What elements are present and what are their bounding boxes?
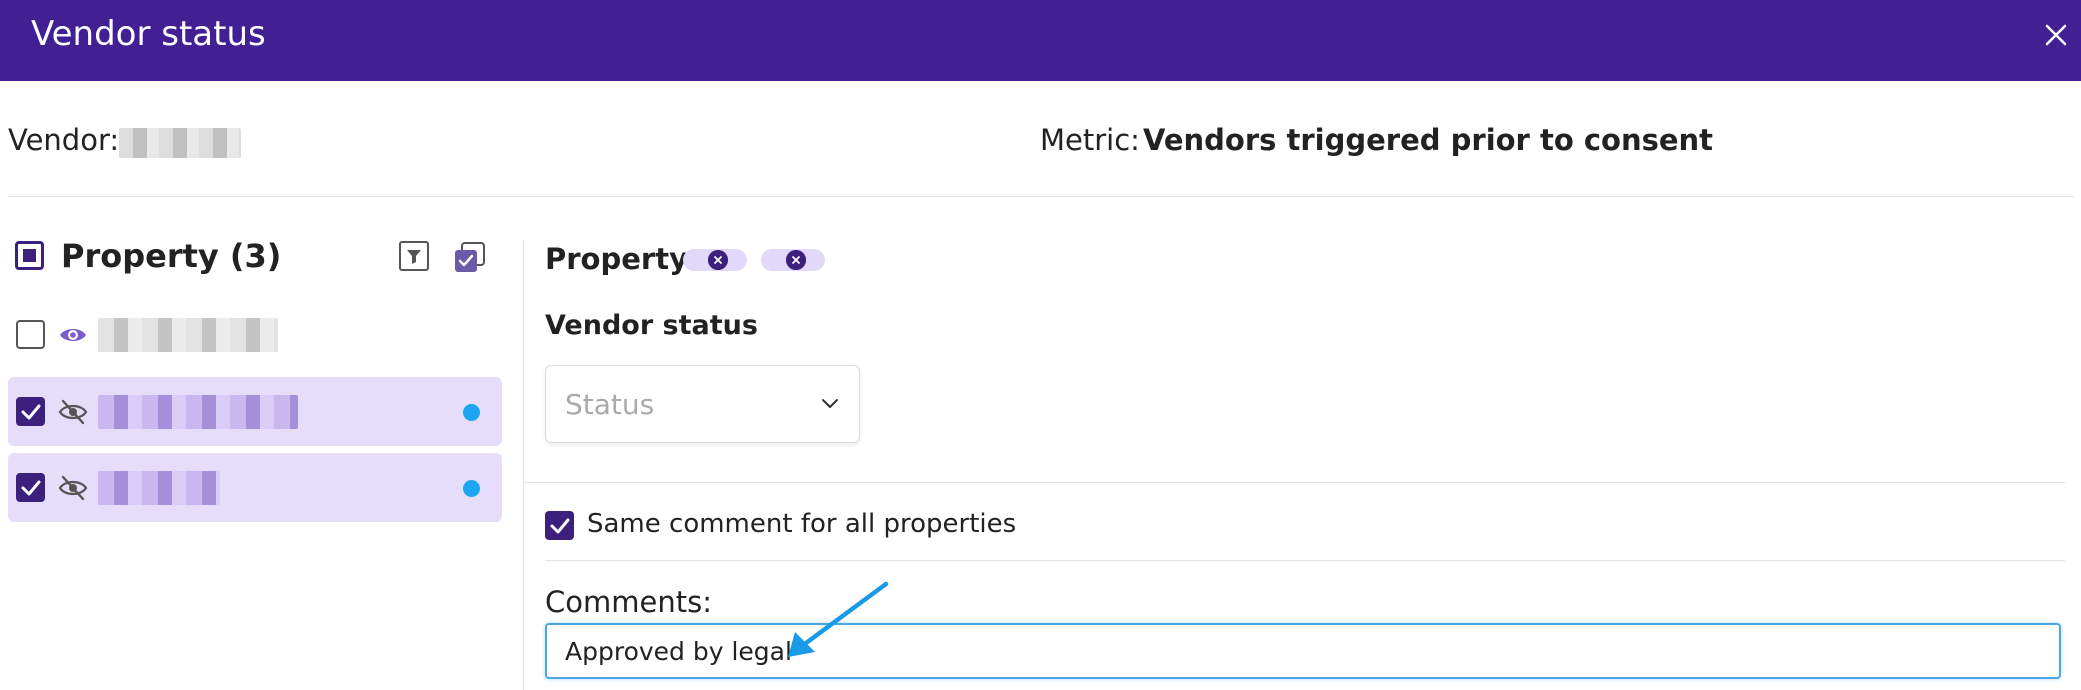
property-name-redacted <box>98 395 298 429</box>
property-row[interactable] <box>8 377 502 446</box>
property-row[interactable] <box>8 453 502 522</box>
property-name-redacted <box>98 471 220 505</box>
vendor-status-form: Property: Vendor status Status Same comm… <box>525 197 2065 690</box>
property-checkbox[interactable] <box>16 320 45 349</box>
property-checkbox[interactable] <box>16 473 45 502</box>
vendor-status-label: Vendor status <box>545 310 758 341</box>
comments-input[interactable] <box>545 623 2061 679</box>
status-dropdown[interactable]: Status <box>545 365 860 443</box>
vendor-label: Vendor: <box>8 123 120 157</box>
close-icon[interactable] <box>2041 20 2071 50</box>
property-chip[interactable] <box>683 249 747 271</box>
status-placeholder: Status <box>565 388 655 421</box>
annotation-arrow-icon <box>788 581 889 657</box>
status-dot <box>463 404 480 421</box>
filter-button[interactable] <box>399 241 429 271</box>
status-dot <box>463 480 480 497</box>
dialog-header: Vendor status <box>0 0 2081 81</box>
dialog-title: Vendor status <box>31 14 266 54</box>
remove-chip-icon[interactable] <box>786 250 806 270</box>
property-name-redacted <box>98 318 278 352</box>
remove-chip-icon[interactable] <box>708 250 728 270</box>
filter-icon <box>407 250 421 264</box>
property-chip[interactable] <box>761 249 825 271</box>
property-checkbox[interactable] <box>16 397 45 426</box>
property-list-panel: Property (3) <box>0 197 510 690</box>
divider <box>545 560 2065 561</box>
comments-label: Comments: <box>545 585 712 619</box>
metric-label: Metric: <box>1040 123 1140 157</box>
bulk-select-icon[interactable] <box>453 241 487 275</box>
metric-value: Vendors triggered prior to consent <box>1143 123 1714 157</box>
property-row[interactable] <box>8 300 502 369</box>
chevron-down-icon <box>822 399 838 408</box>
same-comment-checkbox[interactable] <box>545 511 574 540</box>
panel-divider <box>523 240 524 690</box>
divider <box>525 482 2065 483</box>
property-list-title: Property (3) <box>61 237 282 275</box>
select-all-checkbox[interactable] <box>15 241 44 270</box>
same-comment-label: Same comment for all properties <box>587 509 1017 539</box>
eye-icon[interactable] <box>58 320 88 350</box>
property-label: Property: <box>545 242 700 276</box>
info-row: Vendor: Metric: Vendors triggered prior … <box>0 81 2081 197</box>
eye-slash-icon[interactable] <box>58 473 88 503</box>
vendor-name-redacted <box>119 128 241 158</box>
eye-slash-icon[interactable] <box>58 397 88 427</box>
